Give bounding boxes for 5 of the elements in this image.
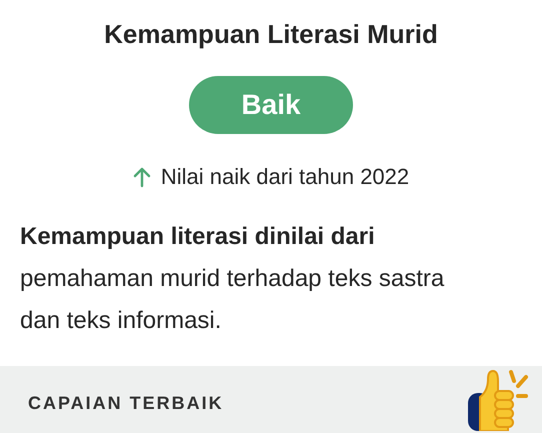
trend-text: Nilai naik dari tahun 2022 <box>160 164 410 190</box>
rating-badge: Baik <box>189 76 353 134</box>
card-title: Kemampuan Literasi Murid <box>103 18 439 50</box>
description-text: Kemampuan literasi dinilai dari pemahaman murid terhadap teks sastra dan teks informasi. <box>20 222 446 336</box>
section-title: CAPAIAN TERBAIK <box>28 392 224 414</box>
